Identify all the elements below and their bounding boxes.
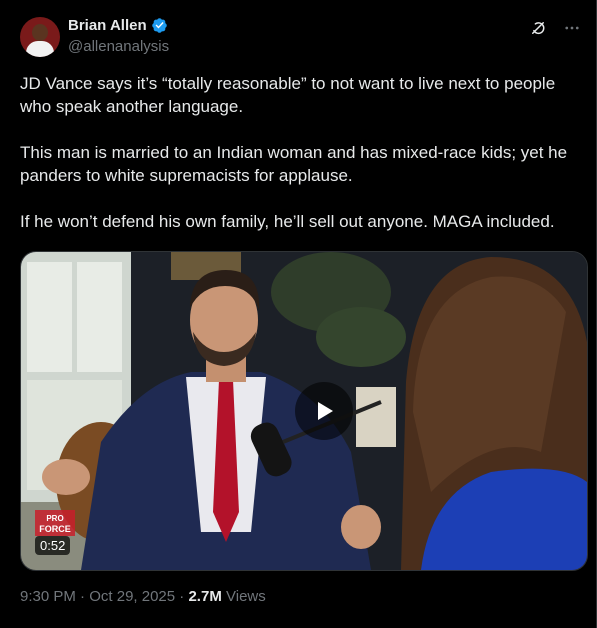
logo-line-1: PRO (46, 514, 63, 523)
video-duration: 0:52 (35, 536, 71, 555)
grok-icon[interactable] (528, 18, 548, 38)
tweet-text: JD Vance says it’s “totally reasonable” … (20, 72, 585, 233)
tweet-paragraph: This man is married to an Indian woman a… (20, 143, 568, 185)
header-actions (528, 18, 582, 38)
meta-separator: · (179, 588, 185, 605)
tweet-meta: 9:30 PM · Oct 29, 2025 · 2.7M Views (20, 588, 266, 605)
meta-separator: · (80, 588, 86, 605)
author-name[interactable]: Brian Allen (68, 17, 147, 34)
tweet-paragraph: If he won’t defend his own family, he’ll… (20, 212, 555, 231)
views-label: Views (226, 588, 266, 605)
avatar-torso (26, 41, 54, 57)
channel-logo: PRO FORCE (35, 510, 75, 536)
post-time[interactable]: 9:30 PM (20, 588, 76, 605)
author-name-row[interactable]: Brian Allen (68, 17, 168, 34)
video-player[interactable]: PRO FORCE 0:52 (20, 251, 588, 571)
tweet-paragraph: JD Vance says it’s “totally reasonable” … (20, 74, 556, 116)
verified-badge-icon (151, 18, 167, 33)
views-count: 2.7M (188, 588, 222, 605)
play-icon (318, 402, 333, 420)
avatar-head (32, 24, 48, 41)
play-button[interactable] (295, 382, 353, 440)
author-avatar[interactable] (20, 17, 60, 57)
tweet: Brian Allen @allenanalysis JD Vance says… (0, 0, 597, 628)
author-handle[interactable]: @allenanalysis (68, 38, 169, 55)
more-icon[interactable] (562, 18, 582, 38)
logo-line-2: FORCE (39, 524, 71, 534)
post-date[interactable]: Oct 29, 2025 (89, 588, 175, 605)
